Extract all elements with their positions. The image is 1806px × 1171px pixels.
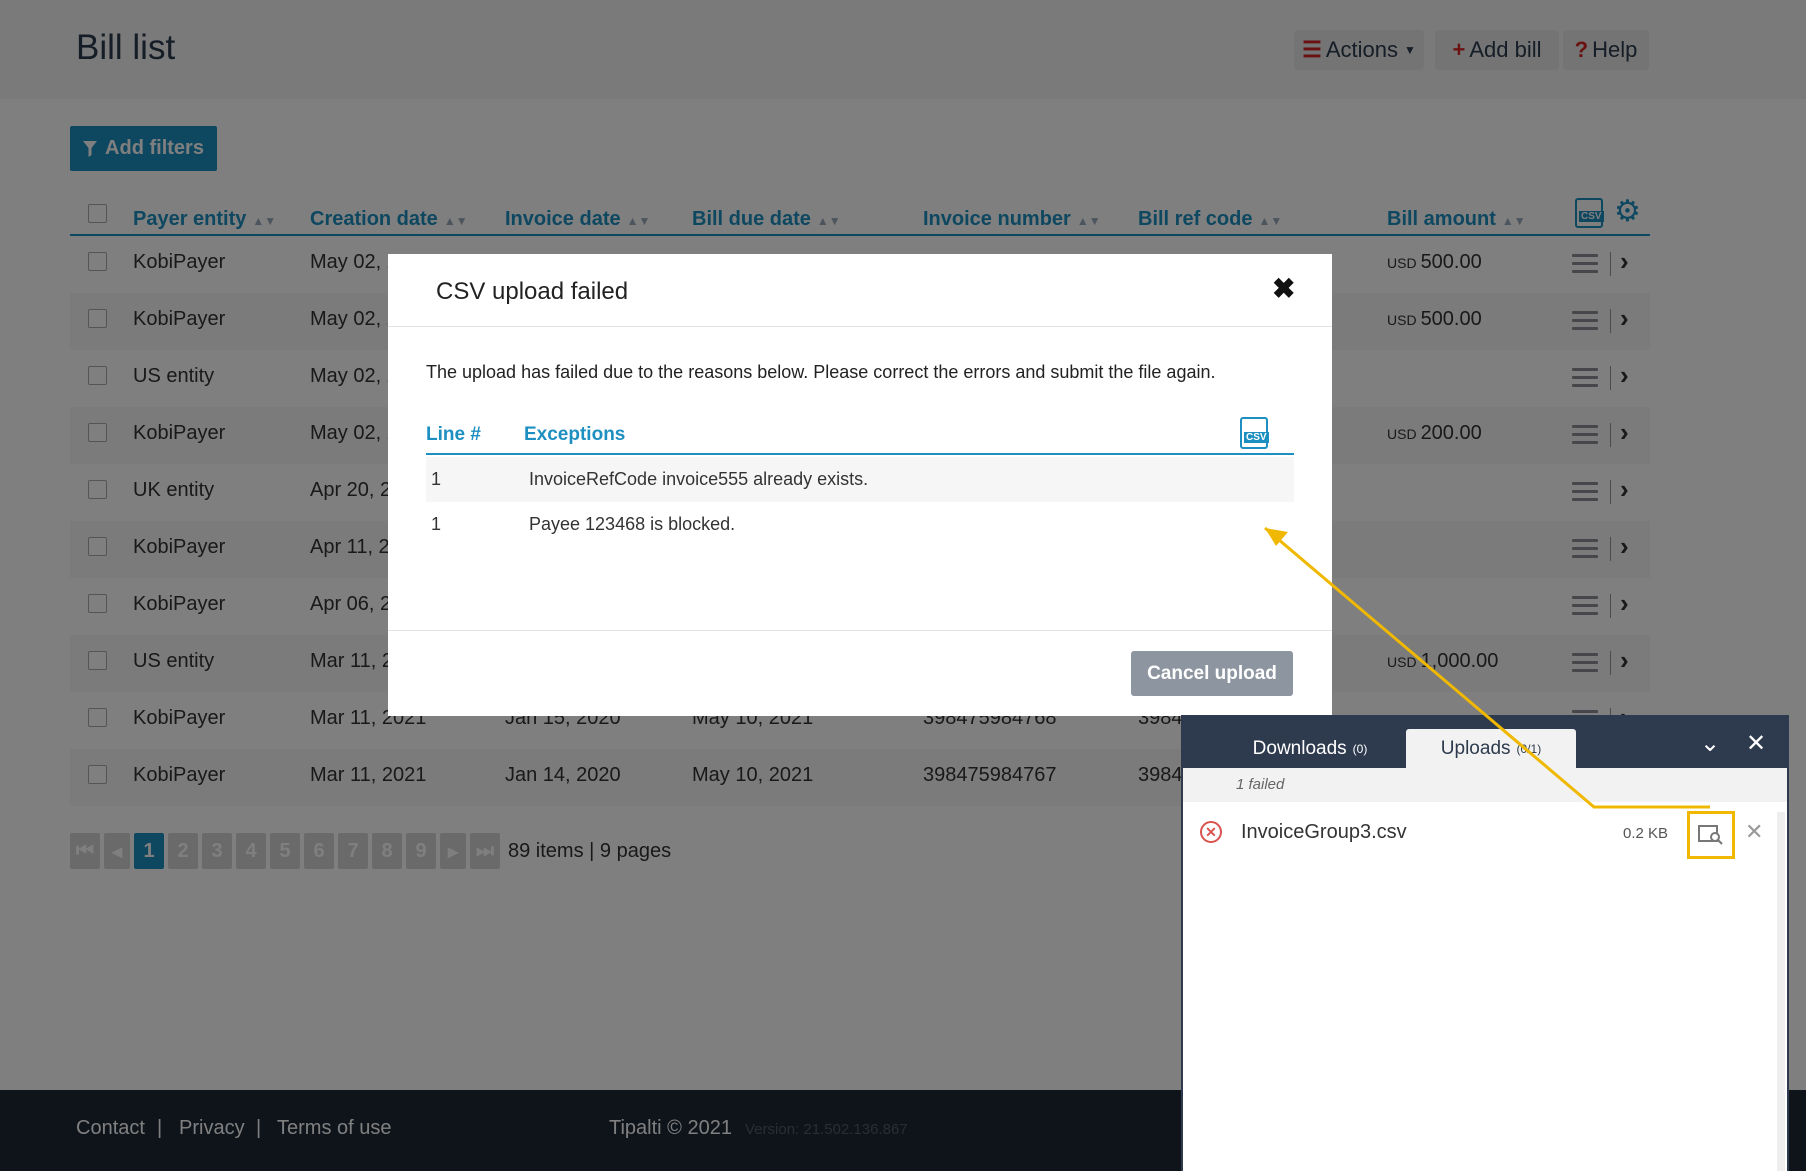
exception-row: 1 InvoiceRefCode invoice555 already exis… [426,457,1294,502]
remove-file-icon[interactable]: ✕ [1745,819,1763,845]
close-panel-icon[interactable]: ✕ [1746,729,1766,758]
exception-text: Payee 123468 is blocked. [529,514,736,534]
upload-file-name: InvoiceGroup3.csv [1241,821,1407,843]
tab-downloads[interactable]: Downloads (0) [1195,729,1425,768]
exception-row: 1 Payee 123468 is blocked. [426,502,1294,547]
upload-file-size: 0.2 KB [1623,825,1669,842]
dialog-header: CSV upload failed ✖ [388,254,1332,327]
collapse-chevron-icon[interactable]: ⌄ [1700,729,1720,758]
exceptions-table-header: Line # Exceptions CSV [426,417,1294,455]
upload-status-bar: 1 failed [1183,768,1787,802]
transfers-tabs: Downloads (0) Uploads (0/1) ⌄ ✕ [1183,717,1787,768]
tab-uploads[interactable]: Uploads (0/1) [1406,729,1576,768]
dialog-title: CSV upload failed [436,278,629,305]
panel-scrollbar[interactable] [1777,812,1785,1171]
cancel-upload-button[interactable]: Cancel upload [1131,651,1293,696]
csv-upload-failed-dialog: CSV upload failed ✖ The upload has faile… [388,254,1332,716]
error-icon: ✕ [1200,821,1222,843]
column-exceptions: Exceptions [524,424,626,445]
upload-file-row: ✕ InvoiceGroup3.csv 0.2 KB ✕ [1183,809,1787,859]
exception-text: InvoiceRefCode invoice555 already exists… [529,469,869,489]
exception-line: 1 [431,514,442,534]
close-icon[interactable]: ✖ [1272,272,1295,305]
download-exceptions-csv-icon[interactable]: CSV [1240,417,1269,449]
transfers-panel: Downloads (0) Uploads (0/1) ⌄ ✕ 1 failed ✕… [1181,715,1789,1171]
column-line-number: Line # [426,424,481,445]
view-errors-icon[interactable] [1687,811,1735,859]
exception-line: 1 [431,469,442,489]
dialog-footer-divider [388,630,1332,631]
dialog-message: The upload has failed due to the reasons… [426,362,1216,382]
upload-status-text: 1 failed [1236,776,1285,793]
